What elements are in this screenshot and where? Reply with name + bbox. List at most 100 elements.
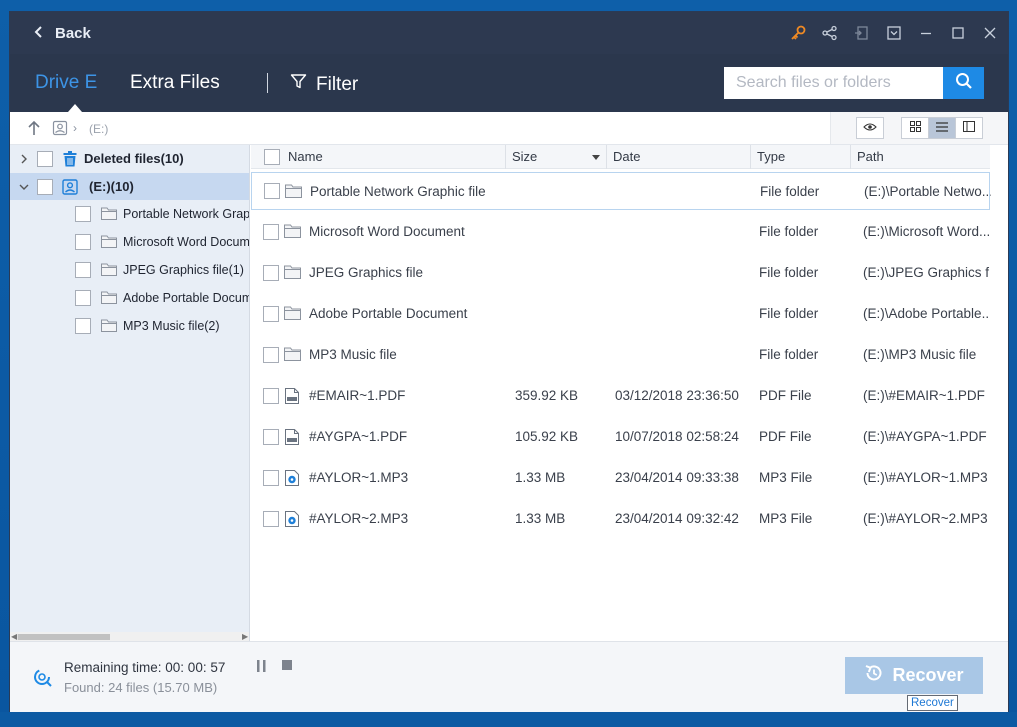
minimize-icon[interactable]	[917, 24, 934, 41]
detail-view-icon	[963, 119, 975, 137]
column-header-path[interactable]: Path	[851, 145, 990, 169]
search-button[interactable]	[943, 67, 984, 99]
row-checkbox[interactable]	[263, 470, 279, 486]
tree-checkbox[interactable]	[37, 178, 53, 195]
tree-item-folder[interactable]: JPEG Graphics file(1)	[10, 256, 249, 283]
mp3-file-icon	[285, 470, 301, 486]
horizontal-scrollbar[interactable]: ◀ ▶	[10, 632, 249, 641]
tree-checkbox[interactable]	[75, 317, 91, 334]
file-name: Microsoft Word Document	[309, 224, 465, 239]
file-row[interactable]: Portable Network Graphic file File folder…	[251, 172, 991, 210]
filter-label: Filter	[316, 73, 359, 95]
tab-extra-files[interactable]: Extra Files	[130, 72, 220, 94]
tree-item-label: JPEG Graphics file(1)	[123, 262, 244, 277]
row-checkbox[interactable]	[263, 306, 279, 322]
maximize-icon[interactable]	[949, 24, 966, 41]
column-header-size[interactable]: Size	[506, 145, 607, 169]
row-checkbox[interactable]	[264, 183, 280, 199]
file-name: #AYLOR~2.MP3	[309, 511, 409, 526]
search-icon	[955, 72, 973, 95]
row-checkbox[interactable]	[263, 347, 279, 363]
recover-button[interactable]: Recover	[845, 657, 983, 694]
tree-item-folder[interactable]: Adobe Portable Docume	[10, 284, 249, 311]
file-name: #AYGPA~1.PDF	[309, 429, 408, 444]
file-path: (E:)\Portable Netwo...	[864, 184, 991, 199]
column-header-date[interactable]: Date	[607, 145, 751, 169]
row-checkbox[interactable]	[263, 388, 279, 404]
tree-item-label: Deleted files(10)	[84, 151, 184, 166]
file-type: File folder	[759, 306, 819, 321]
list-header: Name Size Date Type Path	[251, 145, 990, 169]
tree-checkbox[interactable]	[75, 261, 91, 278]
tab-drive-e[interactable]: Drive E	[35, 72, 97, 94]
column-header-type[interactable]: Type	[751, 145, 851, 169]
recover-tooltip: Recover	[907, 695, 958, 711]
tree-checkbox[interactable]	[75, 289, 91, 306]
file-type: PDF File	[759, 429, 812, 444]
tree-item-folder[interactable]: Microsoft Word Docume	[10, 228, 250, 255]
list-view-button[interactable]	[928, 117, 956, 139]
file-row[interactable]: Microsoft Word Document File folder (E:)\M…	[251, 213, 990, 251]
filter-button[interactable]: Filter	[290, 73, 358, 96]
breadcrumb-path[interactable]: (E:)	[89, 122, 108, 136]
file-row[interactable]: #AYGPA~1.PDF 105.92 KB 10/07/2018 02:58:24…	[251, 418, 990, 456]
row-checkbox[interactable]	[263, 265, 279, 281]
tree-checkbox[interactable]	[75, 205, 91, 222]
breadcrumb-bar: › (E:)	[10, 112, 1008, 145]
scan-progress-icon	[33, 668, 53, 693]
remaining-time: Remaining time: 00: 00: 57	[64, 660, 226, 675]
scrollbar-thumb[interactable]	[18, 634, 110, 640]
menu-dropdown-icon[interactable]	[885, 24, 902, 41]
tree-item-folder[interactable]: MP3 Music file(2)	[10, 312, 249, 339]
file-date: 23/04/2014 09:32:42	[615, 511, 739, 526]
tree-checkbox[interactable]	[37, 150, 53, 167]
up-arrow-icon[interactable]	[27, 120, 41, 141]
file-row[interactable]: MP3 Music file File folder (E:)\MP3 Music …	[251, 336, 990, 374]
preview-button[interactable]	[856, 117, 884, 139]
sort-desc-icon	[592, 145, 600, 169]
column-header-name[interactable]: Name	[282, 145, 506, 169]
tabs-bar: Drive E Extra Files Filter	[10, 54, 1008, 112]
folder-icon	[285, 184, 302, 200]
grid-view-button[interactable]	[901, 117, 929, 139]
folder-icon	[284, 347, 301, 363]
scroll-left-icon[interactable]: ◀	[11, 632, 17, 641]
tree-item-label: MP3 Music file(2)	[123, 318, 220, 333]
tree-item-deleted-files[interactable]: Deleted files(10)	[10, 145, 249, 172]
file-path: (E:)\#AYGPA~1.PDF	[863, 429, 987, 444]
exit-icon[interactable]	[853, 24, 870, 41]
file-list: Name Size Date Type Path Portable Networ…	[251, 145, 1008, 641]
back-button[interactable]: Back	[34, 22, 91, 44]
chevron-down-icon[interactable]	[18, 181, 30, 193]
tree-item-folder[interactable]: Portable Network Graph	[10, 200, 249, 227]
share-icon[interactable]	[821, 24, 838, 41]
row-checkbox[interactable]	[263, 429, 279, 445]
key-icon[interactable]	[789, 24, 806, 41]
app-window: Back Drive E Extra Files Filter Search f…	[10, 12, 1008, 712]
file-row[interactable]: #AYLOR~2.MP3 1.33 MB 23/04/2014 09:32:42 MP…	[251, 500, 990, 538]
row-checkbox[interactable]	[263, 511, 279, 527]
file-path: (E:)\#EMAIR~1.PDF	[863, 388, 985, 403]
close-icon[interactable]	[981, 24, 998, 41]
tree-item-drive-e[interactable]: (E:)(10)	[10, 173, 249, 200]
folder-icon	[101, 234, 117, 250]
detail-view-button[interactable]	[955, 117, 983, 139]
chevron-right-icon[interactable]	[18, 153, 30, 165]
tree-item-label: Microsoft Word Docume	[123, 234, 250, 249]
stop-icon[interactable]	[282, 660, 292, 670]
file-row[interactable]: Adobe Portable Document File folder (E:)\A…	[251, 295, 990, 333]
file-type: File folder	[760, 184, 820, 199]
file-row[interactable]: JPEG Graphics file File folder (E:)\JPEG G…	[251, 254, 990, 292]
pause-icon[interactable]	[257, 659, 267, 677]
breadcrumb-separator: ›	[73, 121, 77, 135]
tree-checkbox[interactable]	[75, 233, 91, 250]
column-header-label: Size	[512, 149, 538, 164]
file-row[interactable]: #EMAIR~1.PDF 359.92 KB 03/12/2018 23:36:50…	[251, 377, 990, 415]
scroll-right-icon[interactable]: ▶	[242, 632, 248, 641]
search-input[interactable]	[724, 67, 943, 99]
row-checkbox[interactable]	[263, 224, 279, 240]
select-all-checkbox[interactable]	[264, 149, 280, 165]
found-count: Found: 24 files (15.70 MB)	[64, 680, 218, 695]
file-row[interactable]: #AYLOR~1.MP3 1.33 MB 23/04/2014 09:33:38 MP…	[251, 459, 990, 497]
file-name: Portable Network Graphic file	[310, 184, 486, 199]
